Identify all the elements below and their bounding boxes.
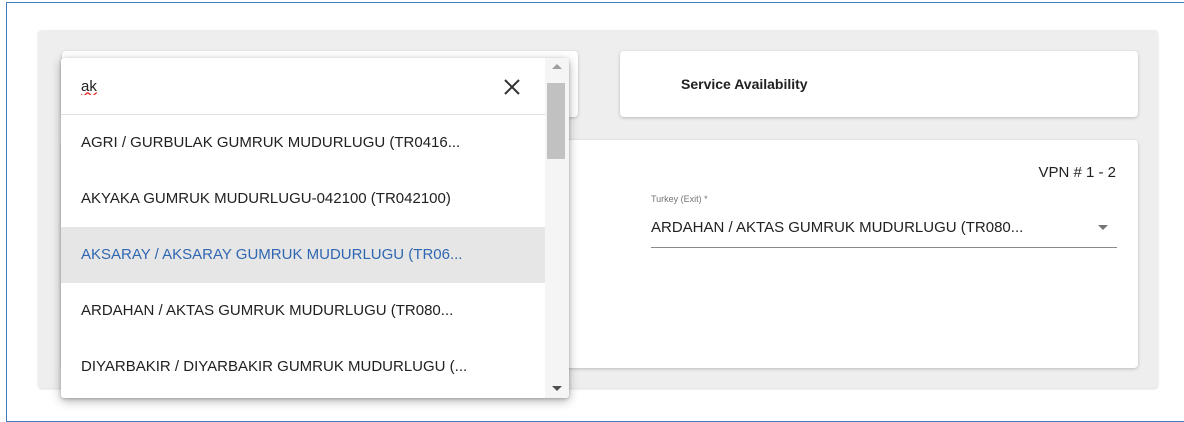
turkey-exit-caption: Turkey (Exit) * [651, 194, 708, 204]
vpn-label: VPN # 1 - 2 [1038, 164, 1116, 181]
option-item[interactable]: AKYAKA GUMRUK MUDURLUGU-042100 (TR042100… [61, 171, 545, 227]
options-list: AGRI / GURBULAK GUMRUK MUDURLUGU (TR0416… [61, 115, 545, 395]
autocomplete-dropdown: AGRI / GURBULAK GUMRUK MUDURLUGU (TR0416… [61, 58, 569, 398]
scroll-down-arrow-icon[interactable] [552, 386, 562, 391]
scroll-up-arrow-icon[interactable] [552, 64, 562, 69]
option-item-highlighted[interactable]: AKSARAY / AKSARAY GUMRUK MUDURLUGU (TR06… [61, 227, 545, 283]
scrollbar[interactable] [545, 58, 569, 398]
chevron-down-icon[interactable] [1098, 225, 1108, 230]
close-icon[interactable] [501, 76, 523, 98]
turkey-exit-select[interactable]: ARDAHAN / AKTAS GUMRUK MUDURLUGU (TR080.… [651, 219, 1091, 236]
option-item[interactable]: ARDAHAN / AKTAS GUMRUK MUDURLUGU (TR080.… [61, 283, 545, 339]
option-item[interactable]: AGRI / GURBULAK GUMRUK MUDURLUGU (TR0416… [61, 115, 545, 171]
search-row [61, 58, 545, 115]
field-underline [651, 247, 1117, 248]
search-input[interactable] [81, 75, 481, 97]
scroll-thumb[interactable] [547, 83, 565, 159]
option-item[interactable]: DIYARBAKIR / DIYARBAKIR GUMRUK MUDURLUGU… [61, 339, 545, 395]
service-availability-label: Service Availability [681, 76, 808, 92]
